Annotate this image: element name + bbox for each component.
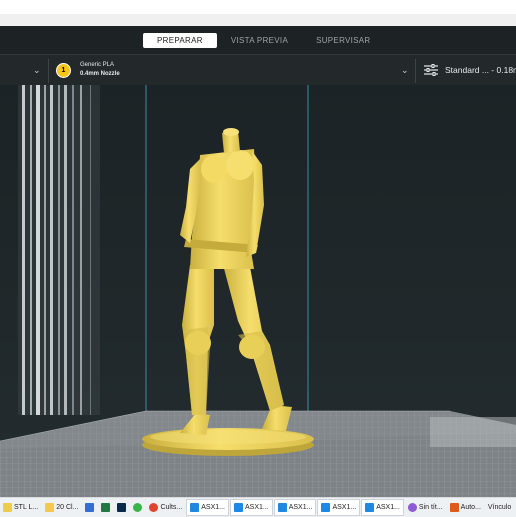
taskbar-item[interactable] <box>114 500 129 515</box>
extruder-number: 1 <box>61 67 66 74</box>
3d-viewport[interactable] <box>0 85 516 497</box>
paint-icon <box>407 503 417 512</box>
taskbar-item[interactable]: ASX1... <box>229 499 273 516</box>
taskbar-item[interactable]: Vínculo <box>485 500 514 515</box>
top-divider <box>0 14 516 26</box>
printer-selector-chevron-icon[interactable]: ⌄ <box>33 65 41 76</box>
taskbar-item[interactable]: Auto... <box>447 500 484 515</box>
cura-icon <box>277 503 287 512</box>
print-settings-sliders-icon[interactable] <box>424 64 438 76</box>
taskbar-item[interactable]: STL L... <box>0 500 41 515</box>
folder-icon <box>45 503 55 512</box>
tab-preparar[interactable]: PREPARAR <box>143 33 217 48</box>
taskbar-item[interactable]: ASX1... <box>317 499 361 516</box>
tab-supervisar[interactable]: SUPERVISAR <box>302 33 384 48</box>
material-selector-chevron-icon[interactable]: ⌄ <box>401 65 409 76</box>
taskbar-item[interactable]: Sin tít... <box>405 500 446 515</box>
mail-icon <box>85 503 95 512</box>
nozzle-size[interactable]: 0.4mm Nozzle <box>80 71 120 77</box>
browser-top-strip <box>0 0 516 26</box>
windows-taskbar: STL L... 20 Cl... Cults... ASX1... ASX1.… <box>0 497 516 517</box>
excel-icon <box>101 503 111 512</box>
tab-vista-previa[interactable]: VISTA PREVIA <box>217 33 302 48</box>
stage-menu-bar: PREPARAR VISTA PREVIA SUPERVISAR <box>0 26 516 54</box>
taskbar-item[interactable]: Cults... <box>146 500 185 515</box>
taskbar-item[interactable] <box>130 500 145 515</box>
chrome-icon <box>133 503 143 512</box>
divider <box>415 59 416 83</box>
build-volume-scene <box>0 85 516 497</box>
cura-icon <box>233 503 243 512</box>
cura-icon <box>190 503 200 512</box>
taskbar-item[interactable] <box>98 500 113 515</box>
material-name[interactable]: Generic PLA <box>80 62 114 68</box>
chrome-icon <box>149 503 159 512</box>
taskbar-item[interactable] <box>82 500 97 515</box>
taskbar-item[interactable]: ASX1... <box>186 499 229 516</box>
extruder-icon[interactable]: 1 <box>56 63 71 78</box>
stage-tabs: PREPARAR VISTA PREVIA SUPERVISAR <box>143 33 385 48</box>
background-wall-lines <box>18 85 100 415</box>
printer-settings-bar: ⌄ 1 Generic PLA 0.4mm Nozzle ⌄ Standard … <box>0 54 516 86</box>
autocad-icon <box>449 503 459 512</box>
taskbar-item[interactable]: 20 Cl... <box>42 500 81 515</box>
cura-icon <box>321 503 331 512</box>
folder-icon <box>3 503 12 512</box>
taskbar-item[interactable]: ASX1... <box>361 499 404 516</box>
print-profile-label[interactable]: Standard ... - 0.18m <box>445 65 516 75</box>
cura-icon <box>365 503 375 512</box>
divider <box>48 59 49 83</box>
photoshop-icon <box>117 503 127 512</box>
taskbar-item[interactable]: ASX1... <box>273 499 317 516</box>
